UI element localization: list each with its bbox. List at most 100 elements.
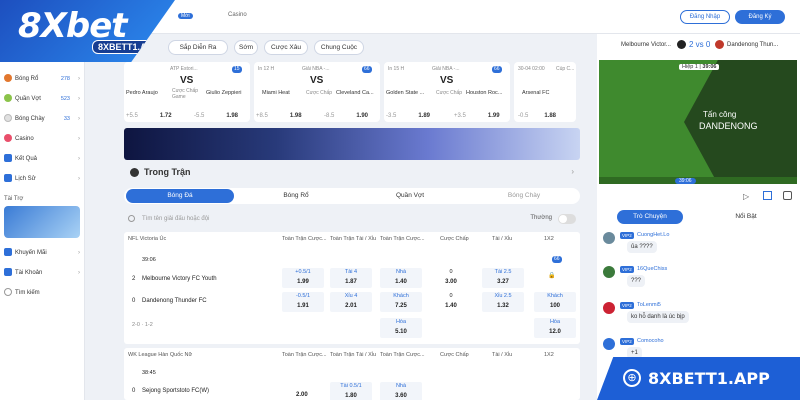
progress-track bbox=[599, 177, 797, 184]
away-team: Dandenong Thun... bbox=[727, 42, 779, 48]
tab-outright[interactable]: Chung Cuộc bbox=[314, 40, 364, 55]
main-content: Sắp Diễn Ra Sớm Cược Xâu Chung Cuộc ATP … bbox=[120, 34, 585, 400]
filter-tabs: Sắp Diễn Ra Sớm Cược Xâu Chung Cuộc bbox=[120, 40, 585, 56]
view-mode-toggle[interactable] bbox=[558, 214, 576, 224]
vip-badge: VIP2 bbox=[620, 302, 634, 309]
home-team: Miami Heat bbox=[262, 90, 290, 96]
sidebar-item-tennis[interactable]: Quần Vợt 523 › bbox=[4, 92, 82, 106]
sidebar-item-history[interactable]: Lịch Sử › bbox=[4, 172, 82, 186]
odds-cell[interactable]: Khách 7.25 bbox=[380, 292, 422, 312]
match-card[interactable]: ATP Estori... 15 Pedro Araujo VS Cược Ch… bbox=[124, 62, 250, 122]
chevron-right-icon: › bbox=[78, 156, 80, 162]
match-time: 38:45 bbox=[142, 370, 156, 376]
sidebar-item-basketball[interactable]: Bóng Rổ 278 › bbox=[4, 72, 82, 86]
tab-basketball[interactable]: Bóng Rổ bbox=[242, 189, 350, 203]
odds-away[interactable]: -5.5 1.98 bbox=[194, 113, 238, 119]
away-team: Cleveland Ca... bbox=[336, 90, 374, 96]
odds-home[interactable]: +8.5 1.98 bbox=[256, 113, 302, 119]
avatar bbox=[603, 302, 615, 314]
club-icon bbox=[715, 40, 724, 49]
tab-football[interactable]: Bóng Đá bbox=[126, 189, 234, 203]
sponsor-banner[interactable] bbox=[4, 206, 80, 238]
sidebar-item-search[interactable]: Tìm kiếm bbox=[4, 286, 82, 300]
history-icon bbox=[4, 174, 12, 183]
tab-baseball[interactable]: Bóng Chày bbox=[470, 189, 578, 203]
stats-icon[interactable] bbox=[783, 191, 792, 200]
tab-chat[interactable]: Trò Chuyện bbox=[617, 210, 683, 224]
tab-parlay[interactable]: Cược Xâu bbox=[264, 40, 308, 55]
match-time: 39:06 bbox=[142, 257, 156, 263]
sidebar-item-results[interactable]: Kết Quả › bbox=[4, 152, 82, 166]
odds-value[interactable]: 2.00 bbox=[296, 392, 308, 398]
lock-icon: 🔒 bbox=[548, 273, 556, 279]
chevron-right-icon[interactable]: › bbox=[571, 167, 574, 176]
chat-tabs: Trò Chuyện Nổi Bật bbox=[617, 210, 787, 226]
match-tracker[interactable]: Hiệp 1 | 39:06 Tấn công DANDENONG 39:06 bbox=[599, 60, 797, 184]
vip-badge: VIP2 bbox=[620, 232, 634, 239]
tab-early[interactable]: Sớm bbox=[234, 40, 258, 55]
sidebar-item-baseball[interactable]: Bóng Chày 33 › bbox=[4, 112, 82, 126]
odds-cell[interactable]: Nhà 1.40 bbox=[380, 268, 422, 288]
odds-cell[interactable]: -0.5/1 1.91 bbox=[282, 292, 324, 312]
sidebar-item-promotions[interactable]: Khuyến Mãi › bbox=[4, 246, 82, 260]
search-input[interactable]: Tìm tên giải đấu hoặc đội bbox=[142, 212, 342, 226]
nav-casino[interactable]: Casino bbox=[228, 12, 247, 18]
league-name: WK League Hàn Quốc Nữ bbox=[128, 352, 193, 358]
odds-cell[interactable]: Hòa 12.0 bbox=[534, 318, 576, 338]
odds-home[interactable]: -3.5 1.89 bbox=[386, 113, 430, 119]
odds-home[interactable]: +5.5 1.72 bbox=[126, 113, 172, 119]
odds-cell[interactable]: Hòa 5.10 bbox=[380, 318, 422, 338]
match-card[interactable]: In 12 H Giải NBA -... 66 Miami Heat VS C… bbox=[254, 62, 380, 122]
odds-cell[interactable]: Tài 4 1.87 bbox=[330, 268, 372, 288]
club-icon bbox=[677, 40, 686, 49]
odds-cell[interactable]: Tài 0.5/1 1.80 bbox=[330, 382, 372, 400]
search-icon bbox=[4, 288, 12, 297]
chevron-right-icon: › bbox=[78, 136, 80, 142]
match-card[interactable]: In 15 H Giải NBA -... 66 Golden State ..… bbox=[384, 62, 510, 122]
watermark-banner: ⊕ 8XBETT1.APP bbox=[597, 357, 800, 400]
chat-message: VIP2 ToLenmi5 ko hỗ danh là úc bịp bbox=[603, 302, 793, 324]
user-icon bbox=[4, 268, 12, 277]
league-table: WK League Hàn Quốc Nữ Toàn Trận Cược... … bbox=[124, 348, 580, 400]
sidebar-item-account[interactable]: Tài Khoản › bbox=[4, 266, 82, 280]
market-count-badge[interactable]: 66 bbox=[552, 256, 562, 263]
match-clock: Hiệp 1 | 39:06 bbox=[679, 64, 720, 70]
home-score: 0 bbox=[132, 388, 136, 394]
match-score: 2 vs 0 bbox=[689, 40, 711, 49]
promo-banner[interactable] bbox=[124, 128, 580, 160]
odds-away[interactable]: -8.5 1.90 bbox=[324, 113, 368, 119]
play-icon[interactable]: ▷ bbox=[743, 192, 749, 201]
tab-highlights[interactable]: Nổi Bật bbox=[713, 210, 779, 224]
match-card[interactable]: 30-04 02:00 Cúp C... Arsenal FC -0.5 1.88 bbox=[514, 62, 576, 122]
chevron-right-icon: › bbox=[78, 116, 80, 122]
field-view-icon[interactable] bbox=[763, 191, 772, 200]
odds-cell[interactable]: 0 1.40 bbox=[430, 292, 472, 312]
vs-label: VS bbox=[180, 75, 194, 86]
chevron-right-icon: › bbox=[78, 176, 80, 182]
sport-tabs: Bóng Đá Bóng Rổ Quần Vợt Bóng Chày bbox=[124, 188, 580, 204]
avatar bbox=[603, 266, 615, 278]
watermark-text: 8XBETT1.APP bbox=[648, 369, 770, 388]
chat-message: VIP2 CuongHet.Lo ủa ???? bbox=[603, 232, 793, 254]
odds-cell[interactable]: +0.5/1 1.99 bbox=[282, 268, 324, 288]
odds-cell[interactable]: Xỉu 2.5 1.32 bbox=[482, 292, 524, 312]
market-count-badge: 15 bbox=[232, 66, 242, 73]
tab-tennis[interactable]: Quần Vợt bbox=[356, 189, 464, 203]
login-button[interactable]: Đăng Nhập bbox=[680, 10, 730, 24]
odds-cell[interactable]: Nhà 3.60 bbox=[380, 382, 422, 400]
odds-cell[interactable]: Xỉu 4 2.01 bbox=[330, 292, 372, 312]
register-button[interactable]: Đăng Ký bbox=[735, 10, 785, 24]
sidebar-item-casino[interactable]: Casino › bbox=[4, 132, 82, 146]
odds-cell[interactable]: Khách 100 bbox=[534, 292, 576, 312]
odds-cell[interactable]: 0 3.00 bbox=[430, 268, 472, 288]
odds-away[interactable]: +3.5 1.99 bbox=[454, 113, 500, 119]
tab-upcoming[interactable]: Sắp Diễn Ra bbox=[168, 40, 228, 55]
avatar bbox=[603, 232, 615, 244]
odds-home[interactable]: -0.5 1.88 bbox=[518, 113, 556, 119]
chevron-right-icon: › bbox=[78, 96, 80, 102]
home-team: Arsenal FC bbox=[522, 90, 550, 96]
search-icon bbox=[128, 215, 135, 222]
basketball-icon bbox=[4, 74, 12, 83]
odds-cell[interactable]: Tài 2.5 3.27 bbox=[482, 268, 524, 288]
vip-badge: VIP2 bbox=[620, 266, 634, 273]
